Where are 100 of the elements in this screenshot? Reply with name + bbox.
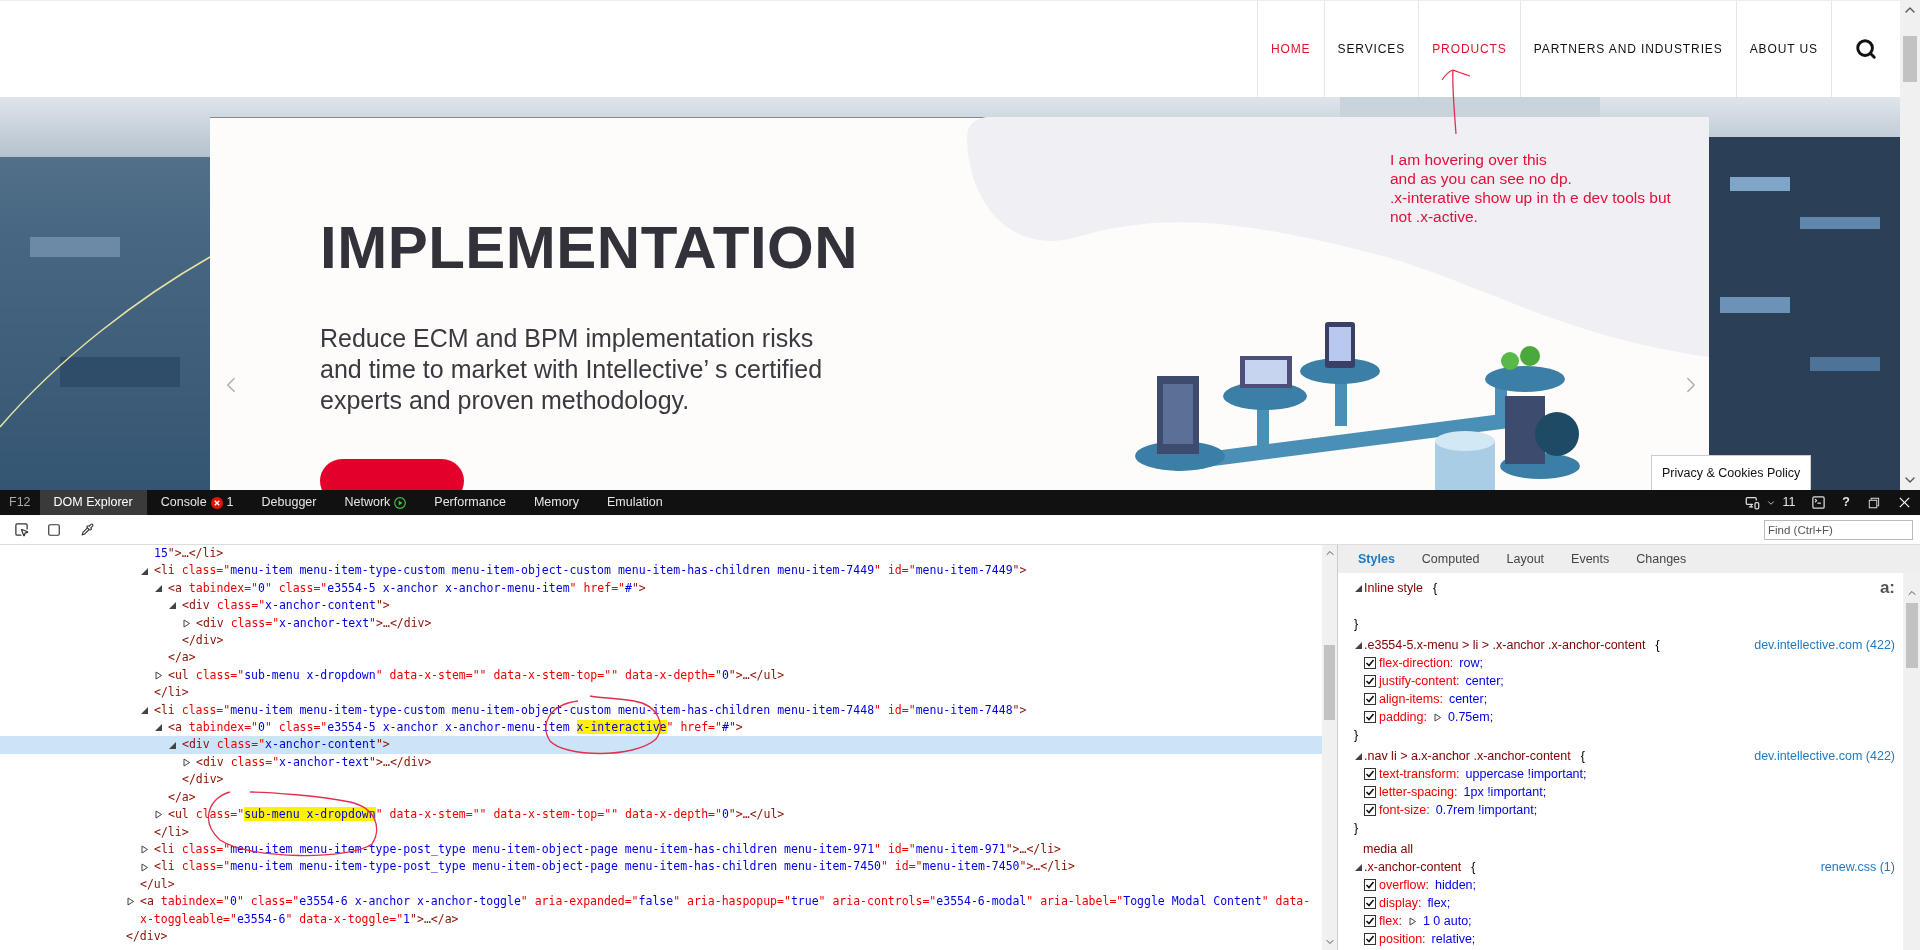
code-line: <li class="menu-item menu-item-type-post_type menu-item-object-page menu-item-has-children menu-item-7450" id="menu-item-7450">…</li> xyxy=(154,858,1075,876)
tree-row[interactable]: <li class="menu-item menu-item-type-post_type menu-item-object-page menu-item-has-children menu-item-7450" id="menu-item-7450">…</li> xyxy=(0,858,1322,876)
code-line: </li> xyxy=(154,684,189,702)
document-mode[interactable]: 11 xyxy=(1782,493,1796,512)
css-property: text-transform: xyxy=(1379,765,1460,783)
css-value: center; xyxy=(1465,672,1504,690)
tree-row[interactable]: <ul class="sub-menu x-dropdown" data-x-stem="" data-x-stem-top="" data-x-depth="0">…</ul> xyxy=(0,666,1322,685)
expand-triangle-icon[interactable] xyxy=(140,845,149,855)
code-line: <div class="x-anchor-text">…</div> xyxy=(196,614,432,632)
scroll-thumb[interactable] xyxy=(1903,36,1917,82)
styles-tab[interactable]: Layout xyxy=(1506,549,1545,569)
code-line: <div class="x-anchor-text">…</div> xyxy=(196,753,432,771)
select-element-icon[interactable] xyxy=(14,522,29,537)
expand-triangle-icon[interactable] xyxy=(1354,583,1363,593)
checkbox[interactable] xyxy=(1364,897,1376,909)
code-line: </div> xyxy=(126,927,168,945)
eyedropper-icon[interactable] xyxy=(81,523,94,536)
css-property: flex: xyxy=(1379,912,1402,930)
css-value: flex; xyxy=(1427,894,1451,912)
checkbox[interactable] xyxy=(1364,804,1376,816)
css-value: row; xyxy=(1459,654,1483,672)
expand-triangle-icon[interactable] xyxy=(168,601,177,611)
scroll-thumb[interactable] xyxy=(1324,645,1335,720)
devtools-tab[interactable]: Debugger xyxy=(247,490,331,515)
source-link[interactable]: dev.intellective.com (422) xyxy=(1754,746,1895,766)
close-icon[interactable] xyxy=(1897,495,1912,510)
css-value: relative; xyxy=(1431,930,1476,948)
devtools-tab[interactable]: Emulation xyxy=(593,490,677,515)
css-selector: .nav li > a.x-anchor .x-anchor-content xyxy=(1364,747,1571,765)
page-scrollbar[interactable] xyxy=(1900,0,1920,490)
checkbox[interactable] xyxy=(1364,915,1376,927)
source-link[interactable]: dev.intellective.com (422) xyxy=(1754,635,1895,655)
expand-triangle-icon[interactable] xyxy=(1354,640,1363,650)
code-line: <div class="x-anchor-content"> xyxy=(182,597,390,615)
privacy-badge[interactable]: Privacy & Cookies Policy xyxy=(1651,455,1812,490)
find-field[interactable]: Find (Ctrl+F) xyxy=(1764,519,1913,540)
expand-triangle-icon[interactable] xyxy=(182,618,191,628)
tree-row[interactable]: <div class="x-anchor-text">…</div> xyxy=(0,614,1322,633)
code-line: </a> xyxy=(168,649,196,667)
expand-triangle-icon[interactable] xyxy=(140,705,149,715)
source-link[interactable]: renew.css (1) xyxy=(1820,857,1895,877)
checkbox[interactable] xyxy=(1364,786,1376,798)
tree-row[interactable]: <div class="x-anchor-content"> xyxy=(0,597,1322,615)
expand-triangle-icon[interactable] xyxy=(154,723,163,733)
checkbox[interactable] xyxy=(1364,693,1376,705)
open-brace: { xyxy=(1433,579,1438,597)
expand-triangle-icon[interactable] xyxy=(1354,862,1363,872)
restore-icon[interactable] xyxy=(1866,495,1881,510)
help-button[interactable]: ? xyxy=(1842,493,1850,512)
expand-triangle-icon[interactable] xyxy=(154,810,163,820)
css-property: justify-content: xyxy=(1379,672,1460,690)
expand-triangle-icon[interactable] xyxy=(140,566,149,576)
expand-triangle-icon[interactable] xyxy=(1432,712,1442,722)
checkbox[interactable] xyxy=(1364,768,1376,780)
expand-triangle-icon[interactable] xyxy=(182,758,191,768)
close-brace: } xyxy=(1354,617,1359,631)
search-icon[interactable] xyxy=(1855,38,1877,60)
close-brace: } xyxy=(1354,728,1359,742)
tree-row[interactable]: <a tabindex="0" class="e3554-5 x-anchor x-anchor-menu-item" href="#"> xyxy=(0,579,1322,598)
devtools-tab[interactable]: DOM Explorer xyxy=(39,490,147,515)
code-line: <a tabindex="0" class="e3554-6 x-anchor x-anchor-toggle" aria-expanded="false" aria-haspopup="true" aria-controls="e3554-6-modal" aria-label="Toggle Modal Content" data-x-toggleable="e3554-6" data-x-toggle="1">…</a> xyxy=(140,893,1312,928)
scroll-thumb[interactable] xyxy=(1905,603,1918,668)
devtools-tab[interactable]: Console 1 xyxy=(146,490,248,515)
css-property: display: xyxy=(1379,894,1422,912)
expand-triangle-icon[interactable] xyxy=(1407,916,1417,926)
console-icon[interactable] xyxy=(1811,495,1827,510)
play-icon xyxy=(394,496,407,509)
checkbox[interactable] xyxy=(1364,675,1376,687)
hero-description: Reduce ECM and BPM implementation risks and time to market with Intellective’ s certified experts and proven methodology. xyxy=(320,323,824,416)
pseudo-state-button[interactable]: a: xyxy=(1879,575,1895,601)
expand-triangle-icon[interactable] xyxy=(140,862,149,872)
highlight-box-icon[interactable] xyxy=(47,522,61,537)
checkbox[interactable] xyxy=(1364,657,1376,669)
expand-triangle-icon[interactable] xyxy=(126,897,135,907)
styles-tab[interactable]: Computed xyxy=(1421,549,1480,569)
tree-row[interactable]: <div class="x-anchor-text">…</div> xyxy=(0,753,1322,772)
expand-triangle-icon[interactable] xyxy=(168,740,177,750)
css-property: font-size: xyxy=(1379,801,1430,819)
devtools-tab[interactable]: Performance xyxy=(420,490,520,515)
expand-triangle-icon[interactable] xyxy=(154,671,163,681)
code-line: 15">…</li> xyxy=(154,545,224,562)
dom-scrollbar[interactable] xyxy=(1322,545,1337,950)
cta-button[interactable] xyxy=(320,459,464,490)
styles-scrollbar[interactable] xyxy=(1903,573,1920,950)
expand-triangle-icon[interactable] xyxy=(1354,751,1363,761)
device-icon[interactable] xyxy=(1745,495,1761,510)
styles-tab[interactable]: Changes xyxy=(1636,549,1687,569)
code-line: </div> xyxy=(182,632,224,650)
styles-tab[interactable]: Styles xyxy=(1358,549,1395,569)
checkbox[interactable] xyxy=(1364,933,1376,945)
checkbox[interactable] xyxy=(1364,711,1376,723)
devtools-tab[interactable]: Memory xyxy=(519,490,594,515)
expand-triangle-icon[interactable] xyxy=(154,584,163,593)
tree-row[interactable]: 15">…</li> xyxy=(0,545,1322,563)
css-property: overflow: xyxy=(1379,876,1430,894)
devtools-tab[interactable]: Network xyxy=(330,490,421,515)
tree-row[interactable]: <div class="x-anchor-content"> xyxy=(0,736,1322,754)
checkbox[interactable] xyxy=(1364,879,1376,891)
tree-row[interactable]: <li class="menu-item menu-item-type-custom menu-item-object-custom menu-item-has-children menu-item-7449" id="menu-item-7449"> xyxy=(0,562,1322,580)
styles-tab[interactable]: Events xyxy=(1571,549,1610,569)
